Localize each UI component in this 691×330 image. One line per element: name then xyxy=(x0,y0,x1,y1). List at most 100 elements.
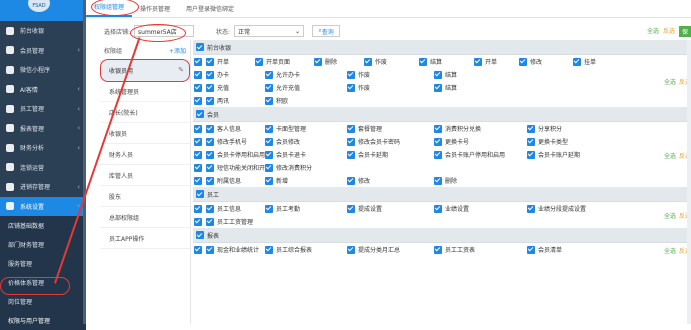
permission-checkbox[interactable] xyxy=(206,96,214,105)
permission-item[interactable]: 会员修改 xyxy=(265,137,300,146)
row-checkbox[interactable] xyxy=(193,176,202,185)
permission-checkbox[interactable] xyxy=(206,57,214,66)
permission-checkbox[interactable] xyxy=(206,83,214,92)
permission-item[interactable]: 删除 xyxy=(434,176,457,185)
select-all-link[interactable]: 全选 xyxy=(664,211,676,220)
permission-item[interactable]: 结算 xyxy=(434,70,457,79)
permission-item[interactable]: 会员清单 xyxy=(527,245,562,254)
permission-item[interactable]: 分享积分 xyxy=(527,124,562,133)
sidebar-item-4[interactable]: 员工管理 ‹ xyxy=(0,99,86,119)
permission-checkbox[interactable] xyxy=(314,57,322,66)
permission-item[interactable]: 会员卡账户延期 xyxy=(527,150,580,159)
permission-item[interactable]: 删除 xyxy=(314,57,337,66)
permission-item[interactable]: 会员卡账户停用和启用 xyxy=(434,150,505,159)
permission-item[interactable]: 更换卡号 xyxy=(434,137,469,146)
permission-checkbox[interactable] xyxy=(265,204,273,213)
sidebar-item-5[interactable]: 报表管理 ‹ xyxy=(0,119,86,139)
row-checkbox[interactable] xyxy=(193,83,202,92)
permission-checkbox[interactable] xyxy=(364,57,372,66)
permission-item[interactable]: 会员卡延期 xyxy=(347,150,388,159)
section-checkbox[interactable] xyxy=(196,190,204,198)
permission-item[interactable]: 开单 xyxy=(474,57,497,66)
permission-checkbox[interactable] xyxy=(527,124,535,133)
permission-checkbox[interactable] xyxy=(519,57,527,66)
permission-checkbox[interactable] xyxy=(434,124,442,133)
permission-item[interactable]: 员工工资表 xyxy=(434,245,475,254)
permission-item[interactable]: 办卡 xyxy=(206,70,229,79)
row-checkbox[interactable] xyxy=(193,70,202,79)
permission-checkbox[interactable] xyxy=(434,70,442,79)
permission-item[interactable]: 修改 xyxy=(347,176,370,185)
select-all-link[interactable]: 全选 xyxy=(664,77,676,86)
submenu-item-5[interactable]: 权限与用户管理 xyxy=(0,311,86,330)
permission-checkbox[interactable] xyxy=(206,176,214,185)
sidebar-item-7[interactable]: 连锁运营 xyxy=(0,158,86,178)
permission-item[interactable]: 修改 xyxy=(519,57,542,66)
group-item[interactable]: 总部权限组 xyxy=(100,207,190,228)
permission-checkbox[interactable] xyxy=(434,83,442,92)
permission-checkbox[interactable] xyxy=(347,70,355,79)
select-all-link[interactable]: 全选 xyxy=(664,151,676,160)
group-item[interactable]: 财务人员 xyxy=(100,144,190,165)
permission-item[interactable]: 业绩设置 xyxy=(434,204,469,213)
select-all-link[interactable]: 全选 xyxy=(664,246,676,255)
permission-item[interactable]: 提成分类月汇总 xyxy=(347,245,400,254)
section-checkbox[interactable] xyxy=(196,231,204,239)
submenu-item-1[interactable]: 部门财务管理 xyxy=(0,235,86,254)
permission-checkbox[interactable] xyxy=(527,245,535,254)
sidebar-item-3[interactable]: AI客情 ‹ xyxy=(0,80,86,100)
permission-checkbox[interactable] xyxy=(265,245,273,254)
permission-item[interactable]: 开单 xyxy=(206,57,229,66)
sidebar-item-1[interactable]: 会员管理 ‹ xyxy=(0,41,86,61)
permission-checkbox[interactable] xyxy=(347,124,355,133)
permission-checkbox[interactable] xyxy=(347,150,355,159)
permission-item[interactable]: 积欧 xyxy=(265,96,288,105)
sidebar-item-0[interactable]: 前台收银 xyxy=(0,21,86,41)
sidebar-item-8[interactable]: 进销存管理 ‹ xyxy=(0,177,86,197)
row-checkbox[interactable] xyxy=(193,245,202,254)
group-item[interactable]: 股东 xyxy=(100,186,190,207)
panel-scrollbar[interactable] xyxy=(687,40,691,324)
permission-item[interactable]: 作废 xyxy=(347,83,370,92)
submenu-item-2[interactable]: 服务管理 xyxy=(0,254,86,273)
permission-item[interactable]: 修改手机号 xyxy=(206,137,247,146)
save-button[interactable]: 保 xyxy=(678,26,691,37)
permission-checkbox[interactable] xyxy=(347,137,355,146)
sidebar-item-2[interactable]: 微信小程序 xyxy=(0,60,86,80)
permission-item[interactable]: 挂单 xyxy=(573,57,596,66)
permission-checkbox[interactable] xyxy=(434,137,442,146)
permission-checkbox[interactable] xyxy=(265,150,273,159)
permission-checkbox[interactable] xyxy=(434,245,442,254)
section-checkbox[interactable] xyxy=(196,43,204,51)
permission-item[interactable]: 业绩分段提成设置 xyxy=(527,204,586,213)
permission-item[interactable]: 员工工资管理 xyxy=(206,217,253,226)
permission-checkbox[interactable] xyxy=(265,137,273,146)
permission-item[interactable]: 消费积分兑换 xyxy=(434,124,481,133)
permission-item[interactable]: 开单页面 xyxy=(255,57,290,66)
permission-item[interactable]: 允许充值 xyxy=(265,83,300,92)
permission-checkbox[interactable] xyxy=(527,150,535,159)
permission-checkbox[interactable] xyxy=(573,57,581,66)
permission-item[interactable]: 员工综合报表 xyxy=(265,245,312,254)
add-group-button[interactable]: +添加 xyxy=(169,46,186,55)
permission-item[interactable]: 附属信息 xyxy=(206,176,241,185)
row-checkbox[interactable] xyxy=(193,204,202,213)
group-item[interactable]: 系统管理员 xyxy=(100,81,190,102)
permission-item[interactable]: 作废 xyxy=(364,57,387,66)
permission-item[interactable]: 员工考勤 xyxy=(265,204,300,213)
permission-checkbox[interactable] xyxy=(419,57,427,66)
group-item[interactable]: 库管人员 xyxy=(100,165,190,186)
permission-checkbox[interactable] xyxy=(206,70,214,79)
permission-item[interactable]: 修改消费积分 xyxy=(265,163,312,172)
permission-checkbox[interactable] xyxy=(206,245,214,254)
row-checkbox[interactable] xyxy=(193,57,202,66)
section-checkbox[interactable] xyxy=(196,110,204,118)
permission-checkbox[interactable] xyxy=(265,163,273,172)
permission-item[interactable]: 两讯 xyxy=(206,96,229,105)
permission-item[interactable]: 会员卡停用和启用 xyxy=(206,150,265,159)
permission-item[interactable]: 结算 xyxy=(419,57,442,66)
permission-checkbox[interactable] xyxy=(206,163,214,172)
permission-item[interactable]: 更换卡类型 xyxy=(527,137,568,146)
permission-checkbox[interactable] xyxy=(265,70,273,79)
row-checkbox[interactable] xyxy=(193,124,202,133)
